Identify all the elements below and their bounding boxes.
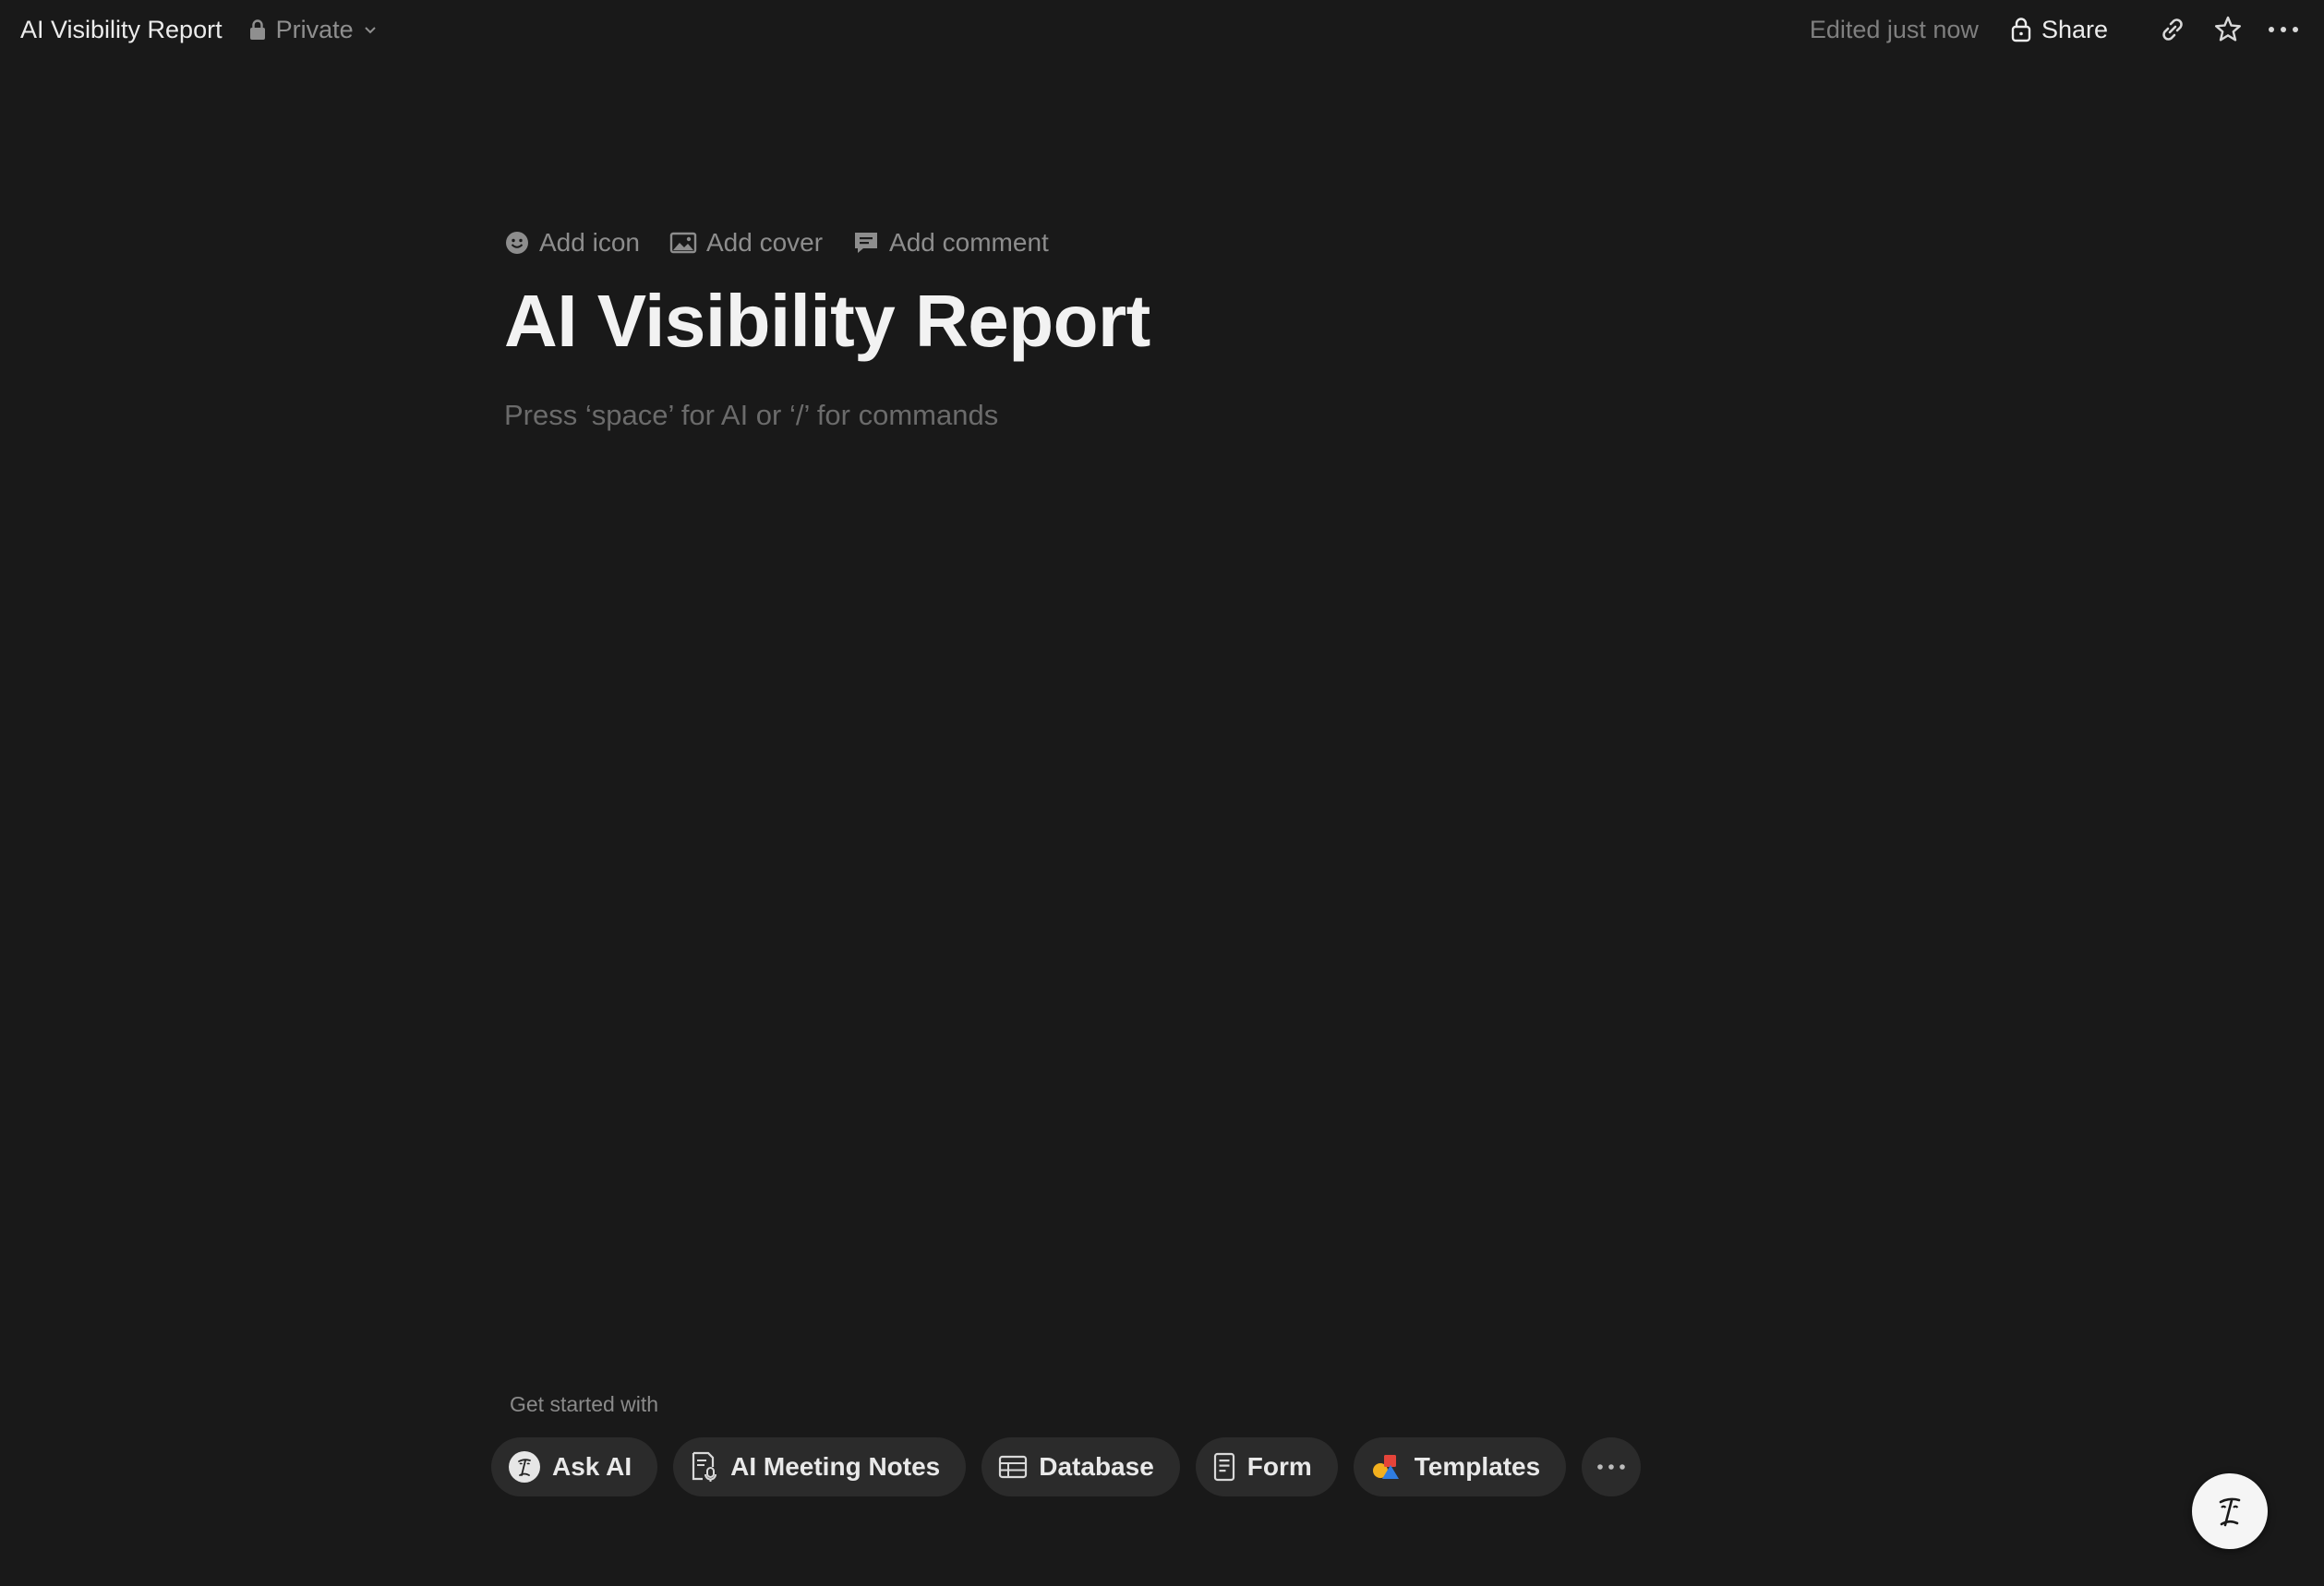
top-bar: AI Visibility Report Private Edited just… — [0, 0, 2324, 59]
smiley-icon — [506, 232, 528, 254]
meeting-notes-icon — [692, 1451, 717, 1482]
share-button[interactable]: Share — [2010, 16, 2108, 44]
privacy-label: Private — [275, 15, 354, 43]
templates-icon — [1372, 1455, 1399, 1479]
ai-meeting-notes-button[interactable]: AI Meeting Notes — [673, 1437, 967, 1496]
form-label: Form — [1246, 1452, 1312, 1481]
add-icon-button[interactable]: Add icon — [504, 228, 640, 258]
page-title[interactable]: AI Visibility Report — [504, 277, 1704, 366]
add-comment-button[interactable]: Add comment — [852, 228, 1049, 258]
link-icon — [2162, 18, 2183, 41]
ask-ai-label: Ask AI — [552, 1452, 632, 1481]
breadcrumb-doc-title[interactable]: AI Visibility Report — [20, 16, 223, 44]
ai-face-icon — [509, 1451, 540, 1483]
edited-status: Edited just now — [1809, 15, 1979, 43]
copy-link-button[interactable] — [2152, 9, 2193, 50]
templates-label: Templates — [1414, 1452, 1541, 1481]
share-label: Share — [2041, 15, 2108, 43]
ai-face-icon — [2219, 1497, 2241, 1527]
database-button[interactable]: Database — [981, 1437, 1180, 1496]
editor-placeholder[interactable]: Press ‘space’ for AI or ‘/’ for commands — [504, 399, 1704, 432]
topbar-right: Edited just now Share — [1810, 9, 2304, 50]
comment-icon — [855, 233, 878, 253]
get-started-section: Get started with Ask AI AI Meeting Notes… — [491, 1392, 1656, 1496]
ask-ai-button[interactable]: Ask AI — [491, 1437, 658, 1496]
form-button[interactable]: Form — [1195, 1437, 1338, 1496]
add-comment-label: Add comment — [889, 228, 1049, 257]
add-cover-label: Add cover — [705, 228, 824, 257]
ai-meeting-notes-label: AI Meeting Notes — [730, 1452, 941, 1481]
table-icon — [999, 1455, 1028, 1479]
add-icon-label: Add icon — [539, 228, 640, 257]
lock-icon — [249, 19, 265, 40]
chevron-down-icon — [364, 27, 376, 34]
templates-button[interactable]: Templates — [1353, 1437, 1567, 1496]
add-cover-button[interactable]: Add cover — [669, 228, 823, 258]
image-icon — [669, 232, 697, 254]
star-icon — [2215, 16, 2241, 42]
get-started-chips: Ask AI AI Meeting Notes Database Form Te… — [491, 1437, 1656, 1496]
favorite-button[interactable] — [2208, 9, 2248, 50]
more-options-button[interactable] — [2263, 9, 2304, 50]
page-actions: Add icon Add cover Add comment — [504, 222, 1704, 264]
get-started-label: Get started with — [510, 1392, 659, 1416]
form-icon — [1213, 1452, 1234, 1482]
more-horizontal-icon — [2269, 27, 2298, 32]
topbar-left: AI Visibility Report Private — [20, 16, 378, 44]
more-chips-button[interactable] — [1582, 1437, 1642, 1496]
page-content: Add icon Add cover Add comment AI Visibi… — [504, 222, 1704, 432]
ai-assistant-button[interactable] — [2192, 1473, 2268, 1549]
database-label: Database — [1039, 1452, 1154, 1481]
privacy-dropdown[interactable]: Private — [248, 16, 378, 44]
more-horizontal-icon — [1597, 1464, 1625, 1470]
lock-outline-icon — [2011, 18, 2031, 42]
